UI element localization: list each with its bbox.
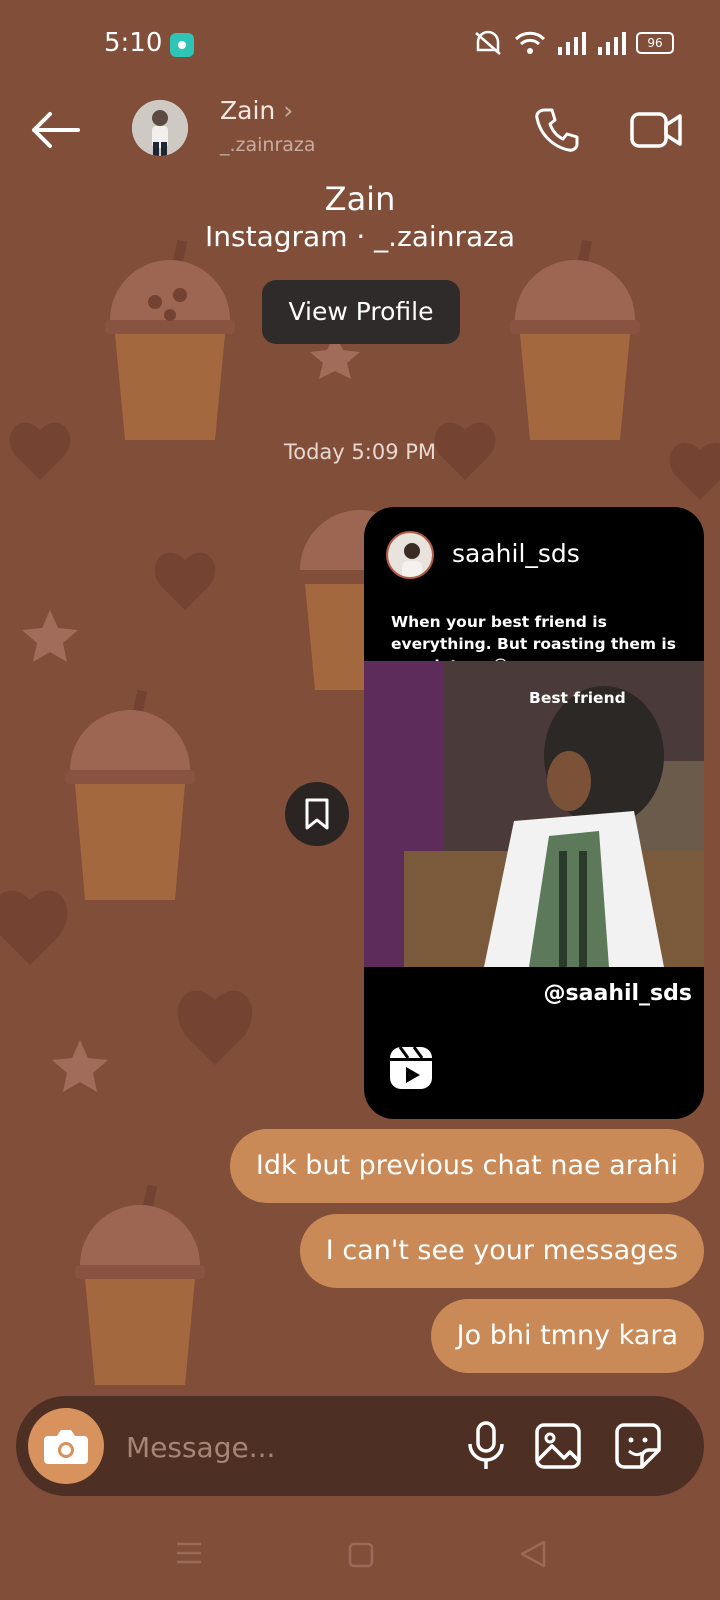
- signal-icon: [558, 32, 586, 55]
- save-post-button[interactable]: [285, 782, 349, 846]
- camera-button[interactable]: [28, 1408, 104, 1484]
- contact-avatar[interactable]: [132, 100, 188, 156]
- profile-subtitle: Instagram · _.zainraza: [205, 220, 515, 253]
- header-contact-name[interactable]: Zain ›: [220, 96, 293, 125]
- battery-indicator: 96: [636, 32, 674, 54]
- status-time: 5:10: [104, 28, 163, 58]
- sticker-icon[interactable]: [614, 1422, 662, 1470]
- post-author-username[interactable]: saahil_sds: [452, 539, 580, 568]
- message-timestamp: Today 5:09 PM: [283, 440, 437, 464]
- phone-call-icon[interactable]: [533, 106, 581, 154]
- reels-icon: [390, 1046, 432, 1089]
- app-notification-icon: [170, 33, 194, 57]
- message-composer: [16, 1396, 704, 1496]
- nav-menu-icon[interactable]: [176, 1540, 202, 1566]
- post-watermark-handle: @saahil_sds: [543, 981, 692, 1006]
- gallery-icon[interactable]: [534, 1422, 582, 1470]
- header-username: _.zainraza: [220, 134, 316, 156]
- message-bubble[interactable]: Jo bhi tmny kara: [430, 1299, 704, 1373]
- microphone-icon[interactable]: [464, 1420, 508, 1472]
- shared-reel-card[interactable]: saahil_sds When your best friend is ever…: [364, 507, 704, 1119]
- camera-icon: [44, 1430, 88, 1464]
- signal-2-icon: [598, 32, 626, 55]
- message-bubble[interactable]: I can't see your messages: [299, 1214, 704, 1288]
- message-input[interactable]: [124, 1422, 428, 1472]
- video-call-icon[interactable]: [630, 106, 682, 154]
- status-icons: 96: [472, 30, 674, 56]
- nav-back-icon[interactable]: [518, 1540, 548, 1568]
- profile-name: Zain: [324, 180, 396, 218]
- nav-home-icon[interactable]: [348, 1542, 374, 1568]
- message-bubble[interactable]: Idk but previous chat nae arahi: [229, 1129, 704, 1203]
- header-name-text: Zain: [220, 96, 276, 125]
- video-overlay-text: Best friend: [529, 689, 626, 707]
- post-video-thumbnail[interactable]: Best friend: [364, 661, 704, 967]
- post-author-avatar[interactable]: [386, 531, 434, 579]
- back-arrow-icon[interactable]: [30, 110, 82, 150]
- chevron-right-icon: ›: [283, 96, 294, 125]
- mute-vibrate-icon: [475, 30, 501, 55]
- view-profile-button[interactable]: View Profile: [262, 280, 460, 344]
- wifi-icon: [514, 31, 546, 54]
- bookmark-icon: [305, 798, 329, 830]
